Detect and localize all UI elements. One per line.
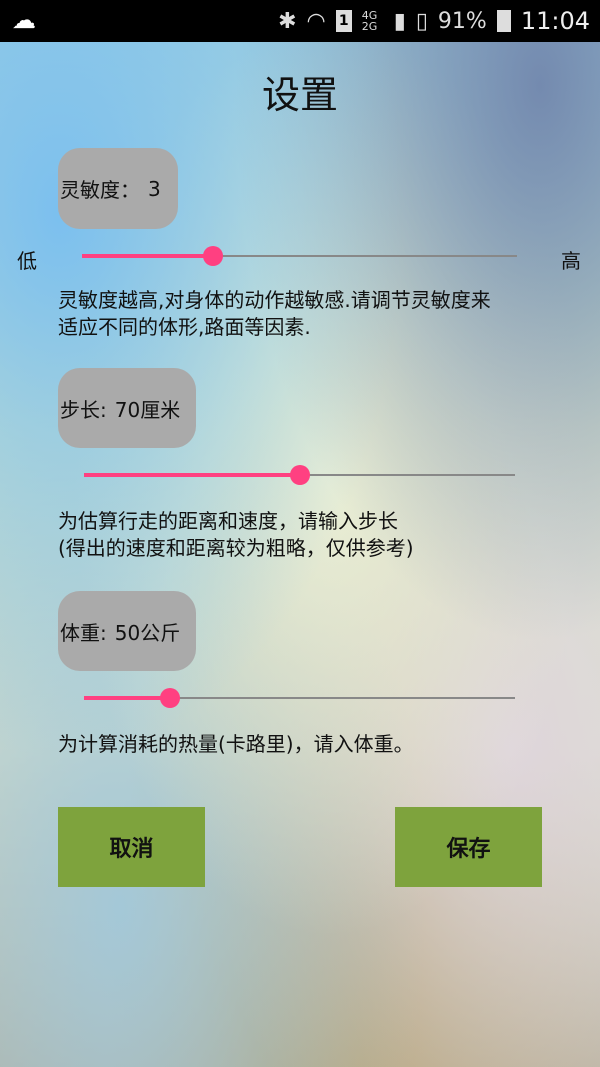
step-label: 步长: bbox=[60, 397, 107, 422]
description-line: 为估算行走的距离和速度，请输入步长 bbox=[58, 509, 398, 533]
description-line: 灵敏度越高,对身体的动作越敏感.请调节灵敏度来 bbox=[58, 288, 491, 312]
bluetooth-icon: ✱ bbox=[278, 8, 297, 34]
clock: 11:04 bbox=[520, 7, 590, 35]
network-type: 4G 2G bbox=[361, 9, 378, 33]
sensitivity-low-label: 低 bbox=[17, 249, 37, 273]
weight-value: 50公斤 bbox=[114, 620, 181, 645]
weight-description: 为计算消耗的热量(卡路里)，请入体重。 bbox=[58, 731, 414, 758]
weight-label: 体重: bbox=[60, 620, 107, 645]
step-slider[interactable] bbox=[84, 463, 515, 487]
status-bar: ☁ ✱ ◠ 1 4G 2G ▮ ▯ 91% 11:04 bbox=[0, 0, 600, 42]
slider-thumb[interactable] bbox=[160, 688, 181, 708]
slider-fill bbox=[84, 473, 300, 477]
sensitivity-chip: 灵敏度： 3 bbox=[58, 148, 178, 229]
step-description: 为估算行走的距离和速度，请输入步长 (得出的速度和距离较为粗略，仅供参考) bbox=[58, 508, 414, 562]
signal-icon: ▮ bbox=[393, 8, 406, 34]
save-button[interactable]: 保存 bbox=[395, 807, 542, 887]
slider-fill bbox=[82, 254, 213, 258]
wifi-icon: ◠ bbox=[306, 8, 326, 34]
description-line: 为计算消耗的热量(卡路里)，请入体重。 bbox=[58, 732, 414, 756]
sensitivity-high-label: 高 bbox=[561, 249, 581, 273]
slider-thumb[interactable] bbox=[289, 465, 310, 485]
battery-percent: 91% bbox=[437, 8, 487, 34]
weather-icon: ☁ bbox=[12, 6, 36, 34]
sensitivity-description: 灵敏度越高,对身体的动作越敏感.请调节灵敏度来 适应不同的体形,路面等因素. bbox=[58, 287, 491, 341]
page-title: 设置 bbox=[261, 73, 338, 117]
slider-thumb[interactable] bbox=[202, 246, 223, 266]
sensitivity-value: 3 bbox=[148, 176, 161, 201]
step-value: 70厘米 bbox=[114, 397, 181, 422]
sim-icon: 1 bbox=[335, 10, 352, 32]
weight-slider[interactable] bbox=[84, 686, 515, 710]
slider-fill bbox=[84, 696, 171, 700]
description-line: (得出的速度和距离较为粗略，仅供参考) bbox=[58, 536, 414, 560]
description-line: 适应不同的体形,路面等因素. bbox=[58, 315, 311, 339]
weight-chip: 体重: 50公斤 bbox=[58, 591, 196, 671]
sd-card-icon: ▯ bbox=[415, 8, 428, 34]
sensitivity-slider[interactable] bbox=[82, 244, 517, 268]
cancel-button[interactable]: 取消 bbox=[58, 807, 205, 887]
status-icons: ✱ ◠ 1 4G 2G ▮ ▯ 91% 11:04 bbox=[278, 6, 590, 36]
step-chip: 步长: 70厘米 bbox=[58, 368, 196, 448]
battery-charging-icon bbox=[496, 10, 511, 32]
sensitivity-label: 灵敏度： bbox=[60, 178, 140, 202]
